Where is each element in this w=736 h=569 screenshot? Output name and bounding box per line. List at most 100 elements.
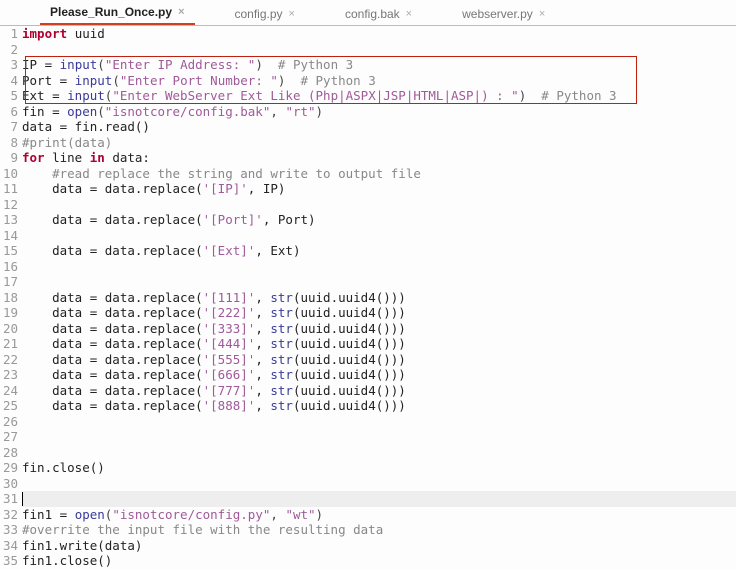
token-str: '[222]' — [203, 305, 256, 320]
tab-config-py[interactable]: config.py× — [225, 3, 305, 25]
token-id: data = fin.read() — [22, 119, 150, 134]
token-fn: input — [67, 88, 105, 103]
token-id: data = data.replace( — [22, 352, 203, 367]
token-str: '[555]' — [203, 352, 256, 367]
line-number: 34 — [0, 538, 18, 554]
code-line[interactable]: data = data.replace('[222]', str(uuid.uu… — [22, 305, 736, 321]
code-line[interactable] — [22, 197, 736, 213]
code-line[interactable]: data = data.replace('[333]', str(uuid.uu… — [22, 321, 736, 337]
code-line[interactable] — [22, 476, 736, 492]
tab-please_run_once-py[interactable]: Please_Run_Once.py × — [40, 1, 195, 25]
token-str: "Enter WebServer Ext Like (Php|ASPX|JSP|… — [112, 88, 518, 103]
token-kw: import — [22, 26, 67, 41]
line-number: 35 — [0, 553, 18, 569]
token-cmt: # Python 3 — [300, 73, 375, 88]
code-line[interactable] — [22, 228, 736, 244]
code-line[interactable]: data = data.replace('[666]', str(uuid.uu… — [22, 367, 736, 383]
token-fn: str — [270, 305, 293, 320]
code-line[interactable]: fin1.close() — [22, 553, 736, 569]
close-icon[interactable]: × — [289, 8, 295, 20]
code-editor[interactable]: 1234567891011121314151617181920212223242… — [0, 26, 736, 569]
token-cmt: #read replace the string and write to ou… — [52, 166, 421, 181]
token-cmt: # Python 3 — [278, 57, 353, 72]
token-id: , — [255, 352, 270, 367]
line-number: 21 — [0, 336, 18, 352]
line-number: 30 — [0, 476, 18, 492]
close-icon[interactable]: × — [539, 8, 545, 20]
token-id: line — [45, 150, 90, 165]
line-number: 26 — [0, 414, 18, 430]
token-id: (uuid.uuid4())) — [293, 305, 406, 320]
code-line[interactable]: fin1 = open("isnotcore/config.py", "wt") — [22, 507, 736, 523]
line-number: 25 — [0, 398, 18, 414]
token-str: "isnotcore/config.bak" — [105, 104, 271, 119]
token-id: fin.close() — [22, 460, 105, 475]
code-line[interactable]: import uuid — [22, 26, 736, 42]
code-line[interactable] — [22, 274, 736, 290]
token-cmt: #overrite the input file with the result… — [22, 522, 383, 537]
token-id: (uuid.uuid4())) — [293, 383, 406, 398]
code-area[interactable]: import uuid IP = input("Enter IP Address:… — [22, 26, 736, 569]
line-number: 8 — [0, 135, 18, 151]
code-line[interactable]: data = fin.read() — [22, 119, 736, 135]
token-id: data = data.replace( — [22, 243, 203, 258]
token-id: data = data.replace( — [22, 321, 203, 336]
token-id: , — [255, 321, 270, 336]
close-icon[interactable]: × — [178, 6, 184, 18]
code-line[interactable]: data = data.replace('[777]', str(uuid.uu… — [22, 383, 736, 399]
token-id — [22, 166, 52, 181]
code-line[interactable]: data = data.replace('[IP]', IP) — [22, 181, 736, 197]
token-id: , — [255, 290, 270, 305]
token-fn: open — [75, 507, 105, 522]
token-fn: str — [270, 383, 293, 398]
tab-webserver-py[interactable]: webserver.py × — [452, 3, 555, 25]
code-line[interactable]: fin1.write(data) — [22, 538, 736, 554]
token-id: fin = — [22, 104, 67, 119]
code-line[interactable] — [22, 42, 736, 58]
code-line[interactable] — [22, 445, 736, 461]
token-str: '[888]' — [203, 398, 256, 413]
token-id: , — [255, 398, 270, 413]
line-number: 31 — [0, 491, 18, 507]
token-id: Port = — [22, 73, 75, 88]
code-line[interactable]: #overrite the input file with the result… — [22, 522, 736, 538]
token-fn: str — [270, 352, 293, 367]
code-line[interactable]: for line in data: — [22, 150, 736, 166]
code-line[interactable] — [22, 429, 736, 445]
token-str: '[IP]' — [203, 181, 248, 196]
code-line[interactable]: data = data.replace('[Ext]', Ext) — [22, 243, 736, 259]
code-line[interactable]: #print(data) — [22, 135, 736, 151]
line-number: 19 — [0, 305, 18, 321]
code-line[interactable] — [22, 414, 736, 430]
line-number: 27 — [0, 429, 18, 445]
code-line[interactable]: fin.close() — [22, 460, 736, 476]
tab-label: Please_Run_Once.py — [50, 5, 172, 19]
line-number: 29 — [0, 460, 18, 476]
code-line[interactable]: fin = open("isnotcore/config.bak", "rt") — [22, 104, 736, 120]
code-line[interactable] — [22, 491, 736, 507]
code-line[interactable]: data = data.replace('[Port]', Port) — [22, 212, 736, 228]
tab-config-bak[interactable]: config.bak× — [335, 3, 422, 25]
token-id: , — [255, 336, 270, 351]
code-line[interactable]: data = data.replace('[444]', str(uuid.uu… — [22, 336, 736, 352]
code-line[interactable]: #read replace the string and write to ou… — [22, 166, 736, 182]
code-line[interactable]: data = data.replace('[111]', str(uuid.uu… — [22, 290, 736, 306]
code-line[interactable] — [22, 259, 736, 275]
token-str: '[666]' — [203, 367, 256, 382]
code-line[interactable]: data = data.replace('[555]', str(uuid.uu… — [22, 352, 736, 368]
code-line[interactable]: Port = input("Enter Port Number: ") # Py… — [22, 73, 736, 89]
tab-label: webserver.py — [462, 7, 533, 21]
token-id: (uuid.uuid4())) — [293, 398, 406, 413]
token-op: ( — [112, 73, 120, 88]
code-line[interactable]: data = data.replace('[888]', str(uuid.uu… — [22, 398, 736, 414]
line-number: 11 — [0, 181, 18, 197]
code-line[interactable]: IP = input("Enter IP Address: ") # Pytho… — [22, 57, 736, 73]
close-icon[interactable]: × — [406, 8, 412, 20]
token-id: data = data.replace( — [22, 212, 203, 227]
token-id: , — [255, 367, 270, 382]
line-number: 20 — [0, 321, 18, 337]
code-line[interactable]: Ext = input("Enter WebServer Ext Like (P… — [22, 88, 736, 104]
token-fn: input — [60, 57, 98, 72]
line-number: 15 — [0, 243, 18, 259]
token-op: ) — [316, 507, 324, 522]
